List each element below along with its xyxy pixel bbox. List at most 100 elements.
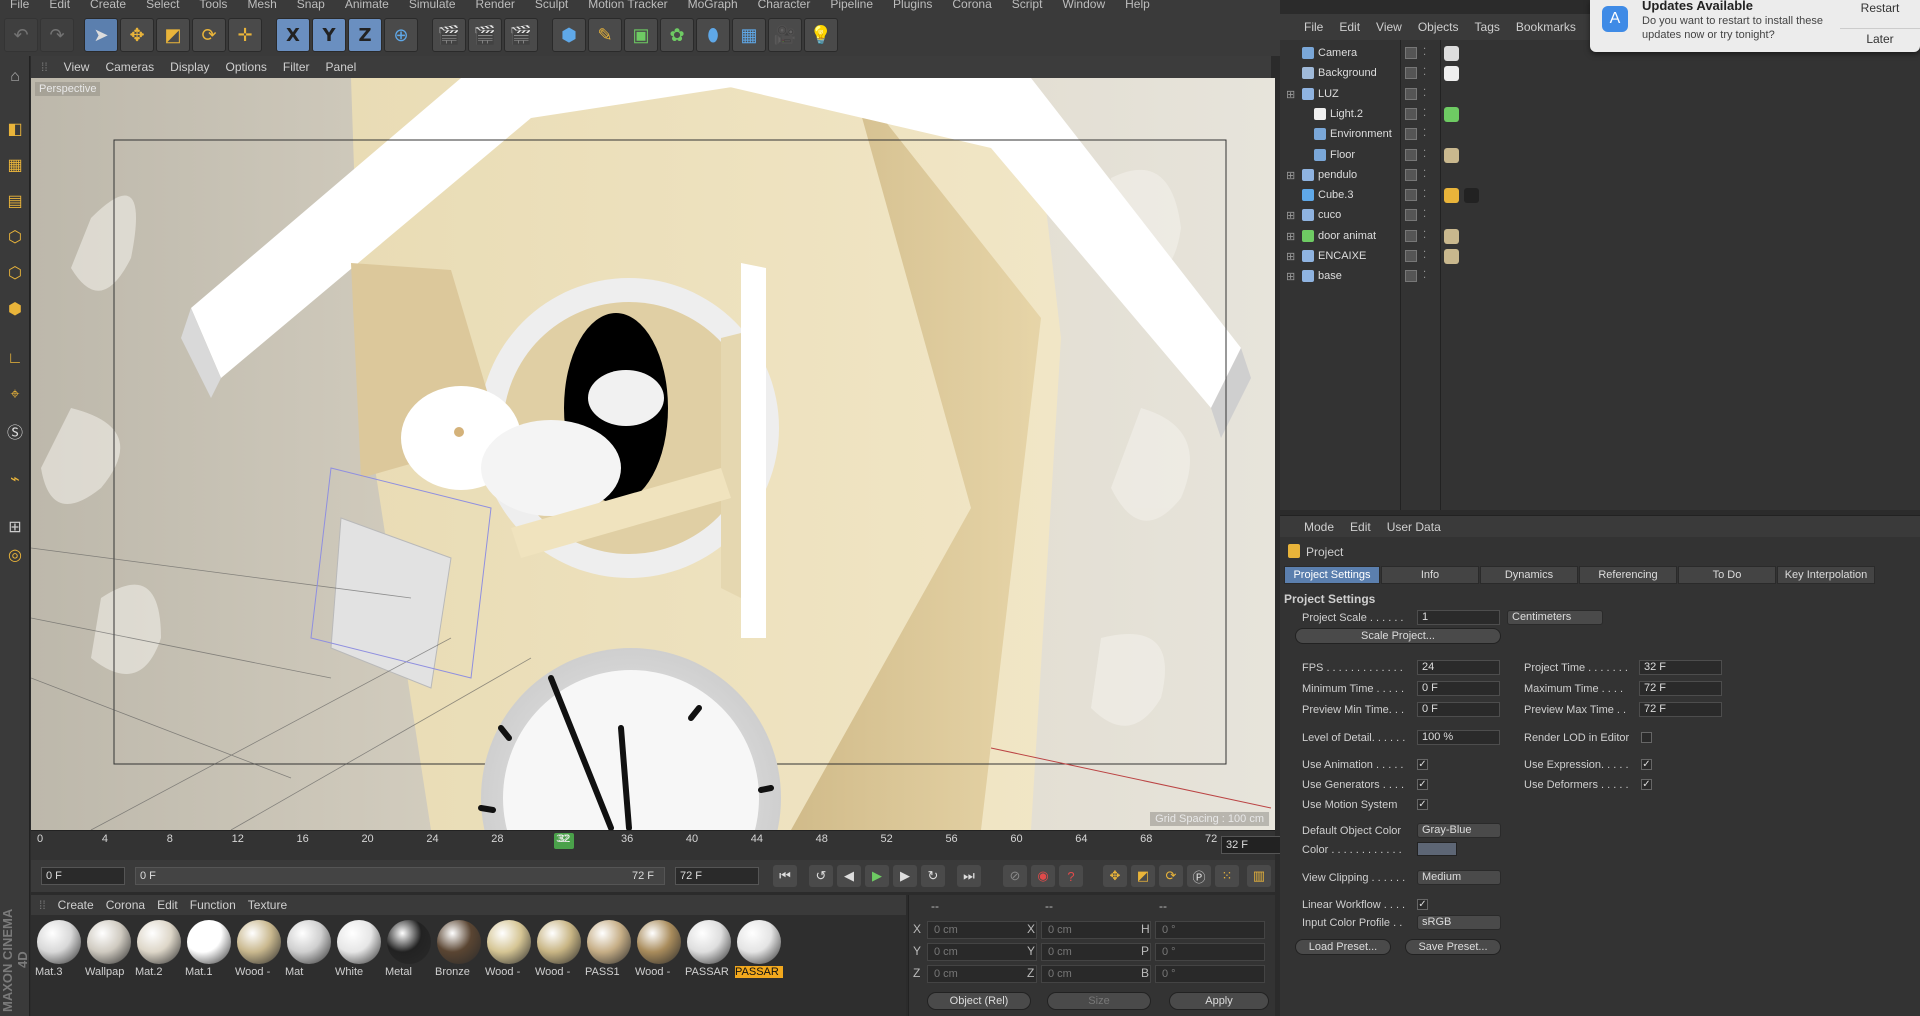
menu-plugins[interactable]: Plugins (883, 0, 942, 14)
tab-key-interpolation[interactable]: Key Interpolation (1777, 566, 1875, 584)
coordinate-field[interactable]: 0 cm (927, 943, 1037, 961)
menu-edit[interactable]: Edit (39, 0, 80, 14)
material-swatch[interactable]: Mat (285, 920, 333, 978)
object-row[interactable]: Floor ⁚ (1280, 146, 1920, 166)
object-name[interactable]: Light.2 (1330, 108, 1363, 120)
visibility-dots-icon[interactable]: ⁚ (1423, 128, 1426, 139)
menu-mesh[interactable]: Mesh (237, 0, 286, 14)
menu-pipeline[interactable]: Pipeline (820, 0, 883, 14)
cloner-icon[interactable]: ✿ (660, 18, 694, 52)
light-icon[interactable]: 💡 (804, 18, 838, 52)
object-row[interactable]: ⊞ ENCAIXE ⁚ (1280, 247, 1920, 267)
object-layer-toggle[interactable] (1405, 107, 1417, 120)
tab-info[interactable]: Info (1381, 566, 1479, 584)
menu-tools[interactable]: Tools (189, 0, 237, 14)
object-row[interactable]: Background ⁚ (1280, 64, 1920, 84)
material-swatch[interactable]: Wood - (635, 920, 683, 978)
use-animation-checkbox[interactable]: ✓ (1417, 759, 1428, 770)
scale-project-button[interactable]: Scale Project... (1295, 628, 1501, 644)
material-swatch[interactable]: Wood - (235, 920, 283, 978)
planar-workplane-icon[interactable]: ◎ (2, 542, 28, 568)
render-settings-icon[interactable]: 🎬 (504, 18, 538, 52)
viewport-menu-panel[interactable]: Panel (326, 60, 357, 74)
previous-frame-icon[interactable]: ◀ (837, 865, 861, 887)
rotate-tool-icon[interactable]: ⟳ (192, 18, 226, 52)
material-swatch[interactable]: Mat.1 (185, 920, 233, 978)
workplane-mode-icon[interactable]: ▤ (2, 188, 28, 214)
object-tag-icon[interactable] (1444, 188, 1459, 204)
world-coordinates-icon[interactable]: ⊕ (384, 18, 418, 52)
attribute-menu-mode[interactable]: Mode (1304, 520, 1334, 534)
object-row[interactable]: ⊞ pendulo ⁚ (1280, 166, 1920, 186)
restart-button[interactable]: Restart (1840, 0, 1920, 24)
coordinate-field[interactable]: 0 cm (1041, 921, 1151, 939)
menu-character[interactable]: Character (748, 0, 821, 14)
viewport-menu-view[interactable]: View (64, 60, 90, 74)
menu-simulate[interactable]: Simulate (399, 0, 466, 14)
next-key-icon[interactable]: ↻ (921, 865, 945, 887)
maximum-time-field[interactable]: 72 F (1639, 681, 1722, 696)
menu-sculpt[interactable]: Sculpt (525, 0, 578, 14)
3d-viewport[interactable]: Perspective Grid Spacing : 100 cm (31, 78, 1275, 830)
object-name[interactable]: door animat (1318, 230, 1376, 242)
menu-corona[interactable]: Corona (942, 0, 1001, 14)
later-button[interactable]: Later (1840, 28, 1920, 54)
expand-icon[interactable]: ⊞ (1286, 230, 1295, 243)
object-tag-icon[interactable] (1444, 228, 1459, 244)
subdivision-surface-icon[interactable]: ▣ (624, 18, 658, 52)
end-frame-field[interactable]: 72 F (675, 867, 759, 885)
material-menu-texture[interactable]: Texture (248, 898, 287, 912)
snap-icon[interactable]: ⌁ (2, 466, 28, 492)
y-axis-lock-button[interactable]: Y (312, 18, 346, 52)
tab-to-do[interactable]: To Do (1678, 566, 1776, 584)
load-preset-button[interactable]: Load Preset... (1295, 939, 1391, 955)
minimum-time-field[interactable]: 0 F (1417, 681, 1500, 696)
object-tag-icon[interactable] (1444, 106, 1459, 122)
render-view-icon[interactable]: 🎬 (432, 18, 466, 52)
apply-button[interactable]: Apply (1169, 992, 1269, 1010)
default-object-color-dropdown[interactable]: Gray-Blue (1417, 823, 1501, 838)
object-tag-icon[interactable] (1444, 66, 1459, 82)
object-name[interactable]: cuco (1318, 209, 1341, 221)
select-tool-icon[interactable]: ➤ (84, 18, 118, 52)
object-menu-objects[interactable]: Objects (1418, 20, 1459, 34)
coordinate-size-dropdown[interactable]: Size (1047, 992, 1151, 1010)
object-menu-view[interactable]: View (1376, 20, 1402, 34)
attribute-menu-user-data[interactable]: User Data (1387, 520, 1441, 534)
pen-spline-icon[interactable]: ✎ (588, 18, 622, 52)
expand-icon[interactable]: ⊞ (1286, 270, 1295, 283)
menu-motion-tracker[interactable]: Motion Tracker (578, 0, 677, 14)
object-menu-file[interactable]: File (1304, 20, 1323, 34)
object-name[interactable]: Background (1318, 67, 1377, 79)
menu-script[interactable]: Script (1002, 0, 1053, 14)
object-layer-toggle[interactable] (1405, 229, 1417, 242)
object-name[interactable]: LUZ (1318, 88, 1339, 100)
material-swatch[interactable]: Wood - (485, 920, 533, 978)
use-generators-checkbox[interactable]: ✓ (1417, 779, 1428, 790)
object-menu-tags[interactable]: Tags (1475, 20, 1500, 34)
object-name[interactable]: Cube.3 (1318, 189, 1353, 201)
menu-render[interactable]: Render (466, 0, 525, 14)
visibility-dots-icon[interactable]: ⁚ (1423, 88, 1426, 99)
coordinate-field[interactable]: 0 ° (1155, 921, 1265, 939)
fps-field[interactable]: 24 (1417, 660, 1500, 675)
material-menu-function[interactable]: Function (190, 898, 236, 912)
material-swatch[interactable]: PASS1 (585, 920, 633, 978)
menu-window[interactable]: Window (1052, 0, 1115, 14)
material-swatch[interactable]: Mat.3 (35, 920, 83, 978)
material-swatch[interactable]: PASSAR (735, 920, 783, 978)
object-layer-toggle[interactable] (1405, 250, 1417, 262)
key-rotation-icon[interactable]: ⟳ (1159, 865, 1183, 887)
polygons-mode-icon[interactable]: ⬢ (2, 296, 28, 322)
project-time-field[interactable]: 32 F (1639, 660, 1722, 675)
key-scale-icon[interactable]: ◩ (1131, 865, 1155, 887)
tab-project-settings[interactable]: Project Settings (1284, 566, 1380, 584)
record-keys-icon[interactable]: ⊘ (1003, 865, 1027, 887)
visibility-dots-icon[interactable]: ⁚ (1423, 250, 1426, 261)
coordinate-mode-dropdown[interactable]: Object (Rel) (927, 992, 1031, 1010)
coordinate-field[interactable]: 0 cm (927, 921, 1037, 939)
object-row[interactable]: ⊞ cuco ⁚ (1280, 206, 1920, 226)
menu-create[interactable]: Create (80, 0, 136, 14)
viewport-menu-display[interactable]: Display (170, 60, 209, 74)
make-editable-icon[interactable]: ⌂ (2, 64, 28, 90)
